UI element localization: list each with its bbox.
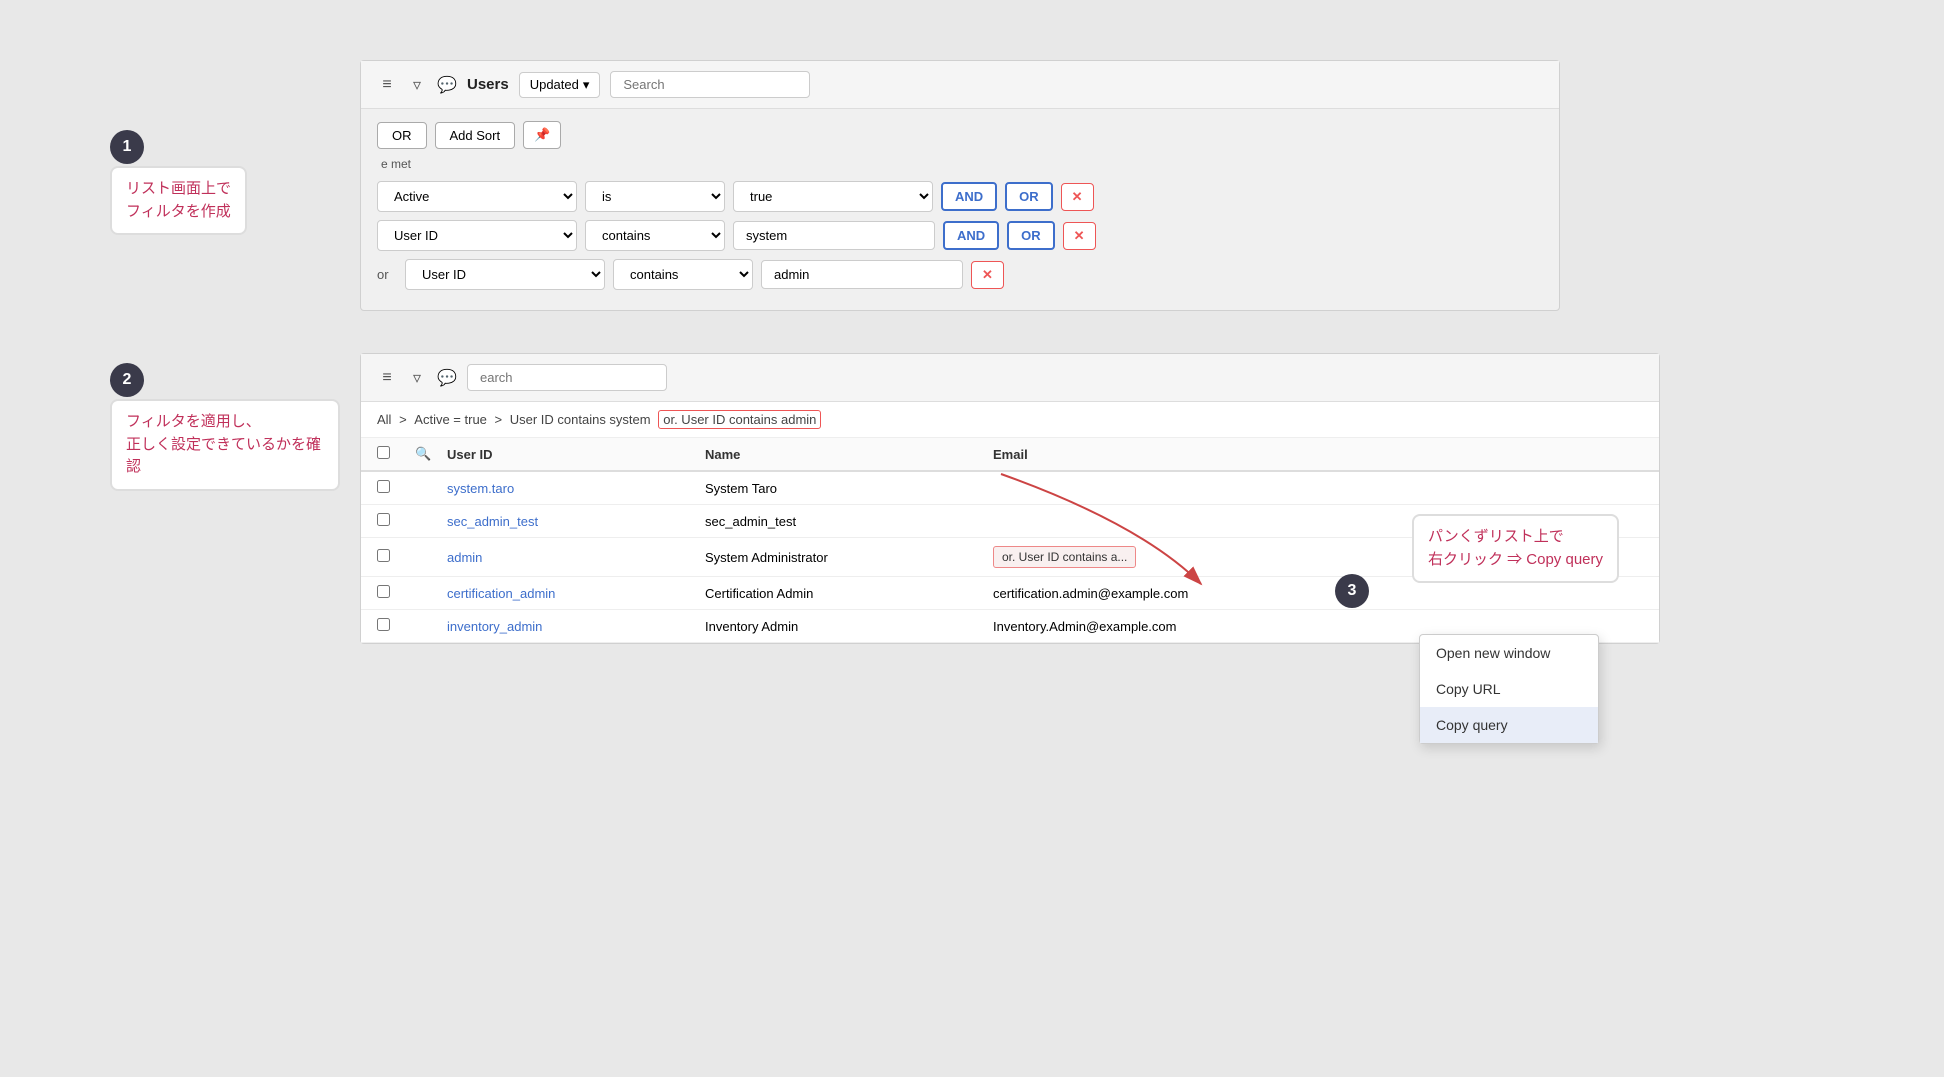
user-link-5[interactable]: inventory_admin (447, 619, 542, 634)
and-button-2[interactable]: AND (943, 221, 999, 250)
delete-button-3[interactable]: ✕ (971, 261, 1004, 289)
row-name-4: Certification Admin (705, 586, 985, 601)
row-email-3: or. User ID contains a... (993, 546, 1343, 568)
filter-value-input-2[interactable] (733, 221, 935, 250)
col-userid-header: User ID (447, 447, 697, 462)
filter-toolbar: OR Add Sort 📌 (377, 121, 1543, 149)
comment-icon-2[interactable]: 💬 (437, 368, 457, 388)
circle-2: 2 (110, 363, 144, 397)
breadcrumb-part1: Active = true (414, 412, 487, 427)
page-title: Users (467, 76, 509, 93)
col-email-header: Email (993, 447, 1343, 462)
row-name-3: System Administrator (705, 550, 985, 565)
circle-3: 3 (1335, 574, 1369, 608)
row-checkbox-4[interactable] (377, 585, 390, 598)
context-copy-url[interactable]: Copy URL (1420, 671, 1598, 707)
row-email-5: Inventory.Admin@example.com (993, 619, 1343, 634)
filter-icon-2[interactable]: ▿ (407, 368, 427, 388)
filter-row-3: or User ID contains ✕ (377, 259, 1543, 290)
row-name-2: sec_admin_test (705, 514, 985, 529)
menu-icon[interactable]: ≡ (377, 75, 397, 95)
context-copy-query[interactable]: Copy query (1420, 707, 1598, 743)
breadcrumb-part2: User ID contains system (510, 412, 651, 427)
add-sort-button[interactable]: Add Sort (435, 122, 516, 149)
user-link-2[interactable]: sec_admin_test (447, 514, 538, 529)
filter-row-1: Active is true AND OR ✕ (377, 181, 1543, 212)
annotation-bubble-3: パンくずリスト上で 右クリック ⇒ Copy query (1412, 514, 1619, 583)
annotation-bubble-1: リスト画面上で フィルタを作成 (110, 166, 247, 235)
filter-field-2[interactable]: User ID (377, 220, 577, 251)
tooltip-partial-1: or. User ID contains a... (993, 546, 1136, 568)
filter-area: OR Add Sort 📌 e met Active is true (361, 109, 1559, 310)
conditions-met: e met (377, 157, 1543, 171)
row-checkbox-3[interactable] (377, 549, 390, 562)
row-name-1: System Taro (705, 481, 985, 496)
circle-1: 1 (110, 130, 144, 164)
filter-value-input-3[interactable] (761, 260, 963, 289)
filter-row-2: User ID contains AND OR ✕ (377, 220, 1543, 251)
filter-operator-3[interactable]: contains (613, 259, 753, 290)
filter-icon[interactable]: ▿ (407, 75, 427, 95)
breadcrumb-highlighted[interactable]: or. User ID contains admin (658, 410, 821, 429)
filter-field-1[interactable]: Active (377, 181, 577, 212)
filter-operator-2[interactable]: contains (585, 220, 725, 251)
col-name-header: Name (705, 447, 985, 462)
row-name-5: Inventory Admin (705, 619, 985, 634)
or-button-2[interactable]: OR (1007, 221, 1055, 250)
comment-icon[interactable]: 💬 (437, 75, 457, 95)
breadcrumb: All > Active = true > User ID contains s… (361, 402, 1659, 438)
delete-button-2[interactable]: ✕ (1063, 222, 1096, 250)
annotation-bubble-2: フィルタを適用し、 正しく設定できているかを確認 (110, 399, 340, 491)
select-all-checkbox[interactable] (377, 446, 390, 459)
user-link-1[interactable]: system.taro (447, 481, 514, 496)
menu-icon-2[interactable]: ≡ (377, 368, 397, 388)
col-search-icon: 🔍 (415, 446, 439, 462)
updated-dropdown[interactable]: Updated ▾ (519, 72, 601, 98)
section1-panel: ≡ ▿ 💬 Users Updated ▾ OR Add Sort 📌 e me… (360, 60, 1560, 311)
or-label: or (377, 267, 397, 282)
section2-panel: ≡ ▿ 💬 All > Active = true > User ID cont… (360, 353, 1660, 644)
toolbar: ≡ ▿ 💬 Users Updated ▾ (361, 61, 1559, 109)
search-input[interactable] (610, 71, 810, 98)
table-row: system.taro System Taro (361, 472, 1659, 505)
user-link-4[interactable]: certification_admin (447, 586, 555, 601)
context-menu: Open new window Copy URL Copy query (1419, 634, 1599, 744)
section2-toolbar: ≡ ▿ 💬 (361, 354, 1659, 402)
row-email-4: certification.admin@example.com (993, 586, 1343, 601)
row-checkbox-2[interactable] (377, 513, 390, 526)
or-button-1[interactable]: OR (1005, 182, 1053, 211)
row-checkbox-5[interactable] (377, 618, 390, 631)
and-button-1[interactable]: AND (941, 182, 997, 211)
table-header: 🔍 User ID Name Email (361, 438, 1659, 472)
user-link-3[interactable]: admin (447, 550, 482, 565)
filter-value-1[interactable]: true (733, 181, 933, 212)
context-open-new-window[interactable]: Open new window (1420, 635, 1598, 671)
filter-operator-1[interactable]: is (585, 181, 725, 212)
row-checkbox-1[interactable] (377, 480, 390, 493)
col-checkbox (377, 446, 407, 462)
pin-button[interactable]: 📌 (523, 121, 561, 149)
delete-button-1[interactable]: ✕ (1061, 183, 1094, 211)
breadcrumb-all: All (377, 412, 391, 427)
filter-field-3[interactable]: User ID (405, 259, 605, 290)
or-button[interactable]: OR (377, 122, 427, 149)
search-input-2[interactable] (467, 364, 667, 391)
